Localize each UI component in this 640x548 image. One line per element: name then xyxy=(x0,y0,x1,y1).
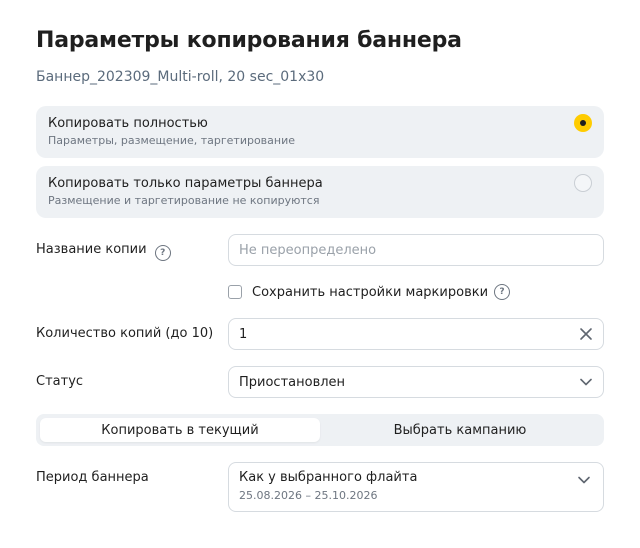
tab-choose-campaign[interactable]: Выбрать кампанию xyxy=(320,418,600,442)
option-copy-params-title: Копировать только параметры баннера xyxy=(48,176,323,191)
period-value: Как у выбранного флайта xyxy=(239,470,418,485)
help-icon[interactable]: ? xyxy=(154,245,171,261)
period-select[interactable]: Как у выбранного флайта 25.08.2026 – 25.… xyxy=(228,462,604,512)
option-copy-params-description: Размещение и таргетирование не копируютс… xyxy=(48,194,320,207)
chevron-down-icon xyxy=(580,378,592,386)
radio-selected-icon[interactable] xyxy=(574,114,592,132)
status-select[interactable]: Приостановлен xyxy=(228,366,604,398)
period-dates: 25.08.2026 – 25.10.2026 xyxy=(239,489,378,502)
option-copy-full[interactable]: Копировать полностью Параметры, размещен… xyxy=(36,106,604,158)
clear-icon[interactable] xyxy=(579,327,593,341)
marking-checkbox[interactable] xyxy=(228,285,242,299)
period-label: Период баннера xyxy=(36,470,149,485)
banner-name: Баннер_202309_Multi-roll, 20 sec_01x30 xyxy=(36,69,325,85)
marking-checkbox-row[interactable]: Сохранить настройки маркировки ? xyxy=(228,284,511,300)
copy-name-field[interactable] xyxy=(228,234,604,266)
option-copy-full-title: Копировать полностью xyxy=(48,116,208,131)
marking-help-icon[interactable]: ? xyxy=(494,284,511,300)
marking-checkbox-label: Сохранить настройки маркировки xyxy=(252,284,489,300)
page-title: Параметры копирования баннера xyxy=(36,28,462,53)
tab-copy-current[interactable]: Копировать в текущий xyxy=(40,418,320,442)
copies-count-field[interactable]: 1 xyxy=(228,318,604,350)
copy-name-label: Название копии xyxy=(36,242,147,257)
status-value: Приостановлен xyxy=(239,374,346,390)
option-copy-full-description: Параметры, размещение, таргетирование xyxy=(48,134,296,147)
copy-target-switch: Копировать в текущий Выбрать кампанию xyxy=(36,414,604,446)
copies-count-value[interactable]: 1 xyxy=(239,327,579,342)
copy-name-label-row: Название копии ? xyxy=(36,242,171,261)
chevron-down-icon xyxy=(578,476,590,484)
option-copy-params-only[interactable]: Копировать только параметры баннера Разм… xyxy=(36,166,604,218)
status-label: Статус xyxy=(36,374,84,389)
radio-unselected-icon[interactable] xyxy=(574,174,592,192)
copies-count-label: Количество копий (до 10) xyxy=(36,326,214,341)
copy-name-input[interactable] xyxy=(239,242,593,258)
